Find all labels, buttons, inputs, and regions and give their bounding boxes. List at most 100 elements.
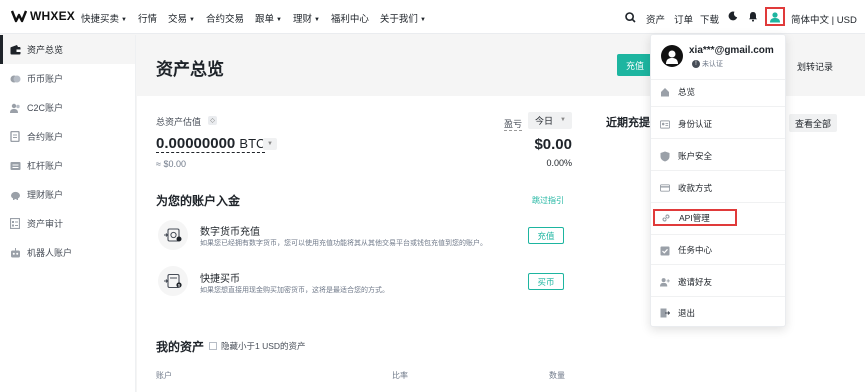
menu-item-payment-methods[interactable]: 收款方式 [651, 178, 785, 198]
nav-assets-link[interactable]: 资产 [646, 12, 665, 26]
menu-item-label: 任务中心 [678, 245, 713, 255]
sidebar-item-label: 币币账户 [27, 74, 64, 84]
quick-buy-icon: $ [158, 266, 188, 296]
menu-item-api-management[interactable]: API管理 [653, 209, 737, 226]
main-menu: 快捷买卖 ▼ 行情 交易 ▼ 合约交易 跟单 ▼ 理财 ▼ 福利中心 关于我们 ▼ [81, 11, 437, 25]
sidebar: 资产总览 币币账户 C2C账户 合约账户 杠杆账户 理财账户 资产审计 机器人账… [0, 35, 136, 392]
deposit-button[interactable]: 充值 [617, 54, 653, 76]
checkbox-box[interactable] [209, 342, 217, 350]
sidebar-item-c2c-account[interactable]: C2C账户 [0, 93, 135, 122]
brand-logo[interactable]: WHXEX [11, 9, 75, 23]
user-icon [770, 11, 780, 22]
sidebar-item-label: C2C账户 [27, 103, 64, 113]
row-title: 快捷买币 [200, 274, 240, 285]
logo-icon [11, 10, 27, 23]
total-asset-estimate-label: 总资产估值 [156, 117, 202, 127]
skip-guide-link[interactable]: 跳过指引 [532, 195, 564, 206]
view-all-button[interactable]: 查看全部 [789, 114, 837, 132]
user-account-button[interactable] [765, 7, 785, 26]
crypto-deposit-button[interactable]: 充值 [528, 227, 564, 244]
divider [651, 296, 785, 297]
wallet-icon [9, 44, 21, 56]
pnl-label: 盈亏 [504, 119, 523, 131]
row-description: 如果您想直接用现金购买加密货币，这将是最适合您的方式。 [200, 287, 389, 294]
btc-balance: 0.00000000 BTC [156, 135, 266, 153]
period-select[interactable]: 今日 ▼ [528, 112, 572, 129]
divider [651, 106, 785, 107]
nav-item-about[interactable]: 关于我们 ▼ [380, 11, 426, 25]
menu-item-label: 退出 [678, 308, 696, 318]
sidebar-item-asset-audit[interactable]: 资产审计 [0, 209, 135, 238]
sidebar-item-spot-account[interactable]: 币币账户 [0, 64, 135, 93]
home-icon [660, 87, 670, 97]
shield-icon [660, 151, 670, 161]
card-icon [660, 183, 670, 193]
people-icon [9, 102, 21, 114]
divider [651, 264, 785, 265]
sidebar-item-label: 理财账户 [27, 190, 64, 200]
nav-item-quick-trade[interactable]: 快捷买卖 ▼ [81, 11, 127, 25]
avatar [661, 45, 683, 67]
moon-icon[interactable] [728, 11, 738, 24]
nav-item-copy-trade[interactable]: 跟单 ▼ [255, 11, 282, 25]
menu-item-logout[interactable]: 退出 [651, 303, 785, 323]
menu-item-security[interactable]: 账户安全 [651, 146, 785, 166]
sidebar-item-finance-account[interactable]: 理财账户 [0, 180, 135, 209]
nav-item-finance[interactable]: 理财 ▼ [293, 11, 320, 25]
sidebar-item-robot-account[interactable]: 机器人账户 [0, 238, 135, 267]
nav-orders-link[interactable]: 订单 [674, 12, 693, 26]
task-icon [660, 245, 670, 255]
divider [651, 202, 785, 203]
usd-approx-value: ≈ $0.00 [156, 159, 186, 169]
recent-deposits-title: 近期充提 [606, 117, 650, 129]
menu-item-overview[interactable]: 总览 [651, 82, 785, 102]
pnl-amount: $0.00 [534, 136, 572, 153]
divider [651, 234, 785, 235]
chevron-down-icon: ▼ [189, 17, 195, 23]
hide-small-assets-checkbox[interactable]: 隐藏小于1 USD的资产 [209, 340, 306, 352]
buy-crypto-button[interactable]: 买币 [528, 273, 564, 290]
divider [651, 170, 785, 171]
bell-icon[interactable] [748, 11, 758, 25]
menu-item-label: 收款方式 [678, 183, 713, 193]
row-title: 数字货币充值 [200, 227, 260, 238]
chevron-down-icon: ▼ [313, 17, 320, 23]
verification-status: ! 未认证 [692, 59, 723, 69]
sidebar-item-contract-account[interactable]: 合约账户 [0, 122, 135, 151]
search-icon[interactable] [625, 12, 636, 26]
chevron-down-icon: ▼ [560, 117, 566, 123]
sidebar-item-label: 杠杆账户 [27, 161, 64, 171]
unverified-icon: ! [692, 60, 700, 68]
menu-item-task-center[interactable]: 任务中心 [651, 240, 785, 260]
menu-item-invite-friends[interactable]: 邀请好友 [651, 272, 785, 292]
nav-item-contract[interactable]: 合约交易 [206, 11, 244, 25]
document-icon [9, 131, 21, 143]
sidebar-item-asset-overview[interactable]: 资产总览 [0, 35, 135, 64]
column-header-ratio: 比率 [392, 371, 408, 380]
chevron-down-icon: ▼ [121, 17, 127, 23]
my-assets-title: 我的资产 [156, 340, 205, 354]
robot-icon [9, 247, 21, 259]
chevron-down-icon: ▼ [419, 17, 426, 23]
divider [651, 79, 785, 80]
crypto-deposit-icon [158, 220, 188, 250]
column-header-amount: 数量 [549, 371, 565, 380]
sidebar-item-label: 合约账户 [27, 132, 64, 142]
sidebar-item-margin-account[interactable]: 杠杆账户 [0, 151, 135, 180]
menu-item-identity[interactable]: 身份认证 [651, 114, 785, 134]
logout-icon [660, 308, 670, 318]
user-email: xia***@gmail.com [689, 45, 774, 56]
page-title: 资产总览 [156, 60, 224, 79]
eye-icon[interactable]: ◇ [208, 116, 217, 125]
language-currency-selector[interactable]: 简体中文 | USD [791, 12, 857, 26]
brand-name: WHXEX [30, 9, 76, 23]
nav-item-rewards[interactable]: 福利中心 [331, 11, 369, 25]
chevron-down-icon[interactable]: ▼ [263, 138, 277, 150]
menu-item-label: 账户安全 [678, 151, 713, 161]
nav-download-link[interactable]: 下载 [700, 12, 719, 26]
nav-item-trade[interactable]: 交易 ▼ [168, 11, 195, 25]
menu-item-label: 邀请好友 [678, 277, 713, 287]
transfer-record-link[interactable]: 划转记录 [797, 60, 833, 73]
link-icon [661, 213, 671, 223]
nav-item-market[interactable]: 行情 [138, 11, 157, 25]
